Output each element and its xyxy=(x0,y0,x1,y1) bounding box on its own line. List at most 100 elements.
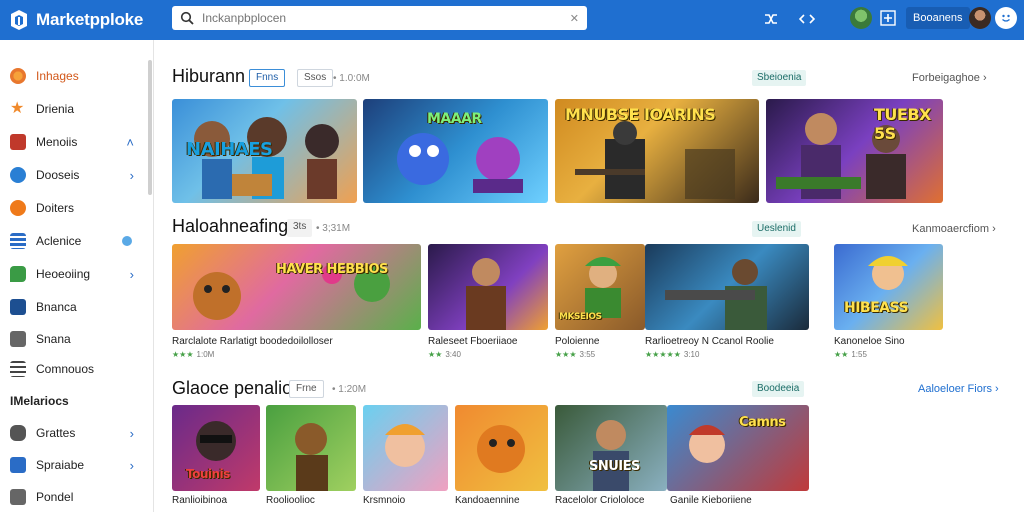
globe-icon xyxy=(10,167,26,183)
sidebar-item-aclenice[interactable]: Aclenice xyxy=(0,228,148,254)
sidebar-scrollbar[interactable] xyxy=(148,60,152,195)
profile-avatar[interactable] xyxy=(969,7,991,29)
book-icon xyxy=(10,134,26,150)
sidebar-item-dooseis[interactable]: Dooseis › xyxy=(0,162,148,188)
shuffle-icon[interactable] xyxy=(760,8,782,30)
sidebar-item-pondel[interactable]: Pondel xyxy=(0,484,148,510)
game-art xyxy=(593,420,629,491)
game-card[interactable]: HAVER HEBBIOS xyxy=(172,244,421,330)
game-art-text: NAIHAES xyxy=(186,139,273,160)
sidebar-group-title: IMelariocs xyxy=(10,394,69,408)
filter-chip[interactable]: Frne xyxy=(289,380,324,398)
game-title[interactable]: Kanoneloe Sino xyxy=(834,336,905,347)
brand-name: Marketpploke xyxy=(36,10,144,29)
game-title[interactable]: Kandoaennine xyxy=(455,495,520,506)
filter-chip[interactable]: Ssos xyxy=(297,69,334,87)
rating-stars: ★★★★★ 3:10 xyxy=(645,350,700,359)
account-button[interactable]: Booanens xyxy=(906,7,970,29)
game-card[interactable] xyxy=(266,405,356,491)
code-icon[interactable] xyxy=(796,8,818,30)
rating-stars: ★★ 1:55 xyxy=(834,350,867,359)
game-title[interactable]: Roolioolioc xyxy=(266,495,315,506)
game-art xyxy=(665,259,767,330)
clear-search-icon[interactable]: ✕ xyxy=(570,12,579,25)
game-card[interactable] xyxy=(363,405,448,491)
chevron-right-icon[interactable]: › xyxy=(130,267,134,282)
game-title[interactable]: Rarclalote Rarlatigt boodedoilolloser xyxy=(172,336,333,347)
game-art xyxy=(466,258,506,330)
sidebar-item-bnanca[interactable]: Bnanca xyxy=(0,294,148,320)
sidebar: Inhages ★ Drienia Menoiis ˄ Dooseis › Do… xyxy=(0,40,154,512)
sidebar-item-label: Bnanca xyxy=(36,300,77,314)
search-bar[interactable]: ✕ xyxy=(172,6,587,30)
game-art-text: MKSEIOS xyxy=(559,312,602,322)
sidebar-item-doiters[interactable]: Doiters xyxy=(0,195,148,221)
sidebar-item-comnouos[interactable]: Comnouos xyxy=(0,356,148,382)
game-art xyxy=(477,425,525,473)
game-title[interactable]: Racelolor Criololoce xyxy=(555,495,644,506)
game-title[interactable]: Poloienne xyxy=(555,336,599,347)
add-icon[interactable] xyxy=(877,7,899,29)
user-avatar-icon[interactable] xyxy=(850,7,872,29)
see-all-link[interactable]: Aaloeloer Fiors › xyxy=(918,383,999,395)
game-card[interactable]: HIBEASS xyxy=(834,244,943,330)
rating-stars: ★★★ 3:55 xyxy=(555,350,596,359)
game-art xyxy=(868,256,908,290)
chevron-right-icon[interactable]: › xyxy=(130,426,134,441)
chevron-right-icon[interactable]: › xyxy=(130,458,134,473)
section-tag[interactable]: Ueslenid xyxy=(752,221,801,237)
chevron-right-icon[interactable]: › xyxy=(130,168,134,183)
game-card[interactable]: NAIHAES xyxy=(172,99,357,203)
game-title[interactable]: Ranlioibinoa xyxy=(172,495,227,506)
see-all-link[interactable]: Forbeigaghoe › xyxy=(912,72,987,84)
rating-stars: ★★★ 1:0M xyxy=(172,350,215,359)
sidebar-item-drienia[interactable]: ★ Drienia xyxy=(0,96,148,122)
game-card[interactable]: Camns xyxy=(667,405,809,491)
sidebar-item-snana[interactable]: Snana xyxy=(0,326,148,352)
section-tag[interactable]: Boodeeia xyxy=(752,381,805,397)
game-title[interactable]: Raleseet Fboeriiaoe xyxy=(428,336,518,347)
sidebar-item-heoeoiing[interactable]: Heoeoiing › xyxy=(0,261,148,287)
section-tag[interactable]: Sbeioenia xyxy=(752,70,807,86)
game-art xyxy=(385,424,425,467)
search-input[interactable] xyxy=(202,11,570,25)
bars-icon xyxy=(10,361,26,377)
game-title[interactable]: Rarlioetreoy N Ccanol Roolie xyxy=(645,336,774,347)
top-bar: Marketpploke ✕ Booanens xyxy=(0,0,1024,40)
game-art-text: TUEBX 5S xyxy=(874,105,931,143)
sidebar-item-inhages[interactable]: Inhages xyxy=(0,63,148,89)
star-icon: ★ xyxy=(10,100,25,117)
flag-icon xyxy=(10,457,26,473)
list-icon xyxy=(10,233,26,249)
game-card[interactable]: SNUIES xyxy=(555,405,667,491)
sidebar-item-label: Drienia xyxy=(36,102,75,116)
controller-icon xyxy=(10,425,26,441)
see-all-link[interactable]: Kanmoaercfiom › xyxy=(912,223,996,235)
sun-icon xyxy=(10,68,26,84)
brand[interactable]: Marketpploke xyxy=(8,9,168,31)
sidebar-item-label: Comnouos xyxy=(36,362,95,376)
game-title[interactable]: Ganile Kieboriiene xyxy=(670,495,752,506)
sidebar-item-grattes[interactable]: Grattes › xyxy=(0,420,148,446)
game-card[interactable]: MNUBSE IOARINS xyxy=(555,99,759,203)
filter-chip[interactable]: Fnns xyxy=(249,69,286,87)
game-card[interactable] xyxy=(455,405,548,491)
sidebar-item-menoiis[interactable]: Menoiis ˄ xyxy=(0,129,148,155)
emoji-icon[interactable] xyxy=(995,7,1017,29)
game-art-text: SNUIES xyxy=(589,459,640,474)
game-card[interactable]: MAAAR xyxy=(363,99,548,203)
game-title[interactable]: Krsmnoio xyxy=(363,495,405,506)
sidebar-item-spraiabe[interactable]: Spraiabe › xyxy=(0,452,148,478)
game-art-text: Touinis xyxy=(186,467,230,481)
game-card[interactable]: Touinis xyxy=(172,405,260,491)
chevron-up-icon[interactable]: ˄ xyxy=(126,135,134,150)
game-card[interactable] xyxy=(645,244,809,330)
game-card[interactable] xyxy=(428,244,548,330)
section-title: Hiburann xyxy=(172,66,246,86)
game-card[interactable]: TUEBX 5S xyxy=(766,99,943,203)
gear-icon xyxy=(10,200,26,216)
sidebar-item-label: Grattes xyxy=(36,426,76,440)
sidebar-item-label: Heoeoiing xyxy=(36,267,91,281)
game-card[interactable]: MKSEIOS xyxy=(555,244,645,330)
filter-chip[interactable]: 3ts xyxy=(287,219,313,237)
